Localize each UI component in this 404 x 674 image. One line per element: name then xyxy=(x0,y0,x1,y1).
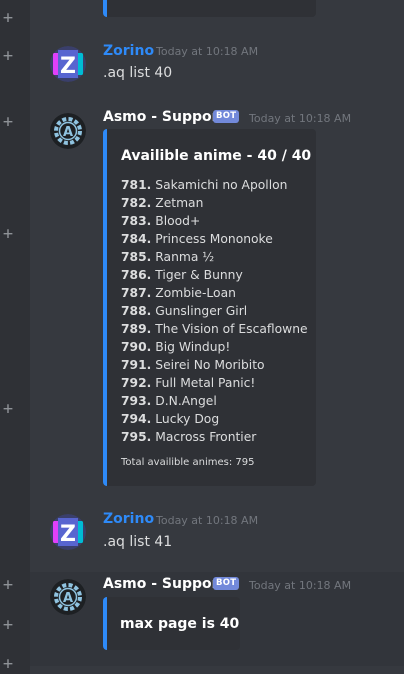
z-logo-icon: Z xyxy=(50,46,86,82)
list-item: 792. Full Metal Panic! xyxy=(121,376,256,390)
list-item: 784. Princess Mononoke xyxy=(121,232,273,246)
z-logo-icon: Z xyxy=(50,514,86,550)
list-item: 790. Big Windup! xyxy=(121,340,231,354)
message-text: .aq list 40 xyxy=(103,65,173,81)
anime-list-embed: Availible anime - 40 / 40 781. Sakamichi… xyxy=(103,129,316,486)
list-item: 794. Lucky Dog xyxy=(121,412,220,426)
list-item: 786. Tiger & Bunny xyxy=(121,268,243,282)
message-text: .aq list 41 xyxy=(103,534,173,550)
previous-embed-tail xyxy=(103,0,316,17)
zorino-avatar[interactable]: Z xyxy=(50,514,86,550)
gear-a-icon: A xyxy=(50,579,86,615)
embed-footer: Total availible animes: 795 xyxy=(121,457,255,468)
author-name[interactable]: Asmo - Support xyxy=(103,576,225,592)
plus-icon[interactable]: + xyxy=(0,226,16,243)
embed-title: max page is 40 xyxy=(120,616,240,632)
embed-title: Availible anime - 40 / 40 xyxy=(121,148,312,164)
list-item: 785. Ranma ½ xyxy=(121,250,215,264)
bot-badge: BOT xyxy=(213,577,240,590)
message-timestamp: Today at 10:18 AM xyxy=(249,579,352,592)
plus-icon[interactable]: + xyxy=(0,656,16,673)
list-item: 782. Zetman xyxy=(121,196,204,210)
bot-badge: BOT xyxy=(213,110,240,123)
message-timestamp: Today at 10:18 AM xyxy=(156,514,259,527)
plus-icon[interactable]: + xyxy=(0,10,16,27)
svg-text:Z: Z xyxy=(60,54,76,79)
author-name[interactable]: Zorino xyxy=(103,43,154,59)
author-name[interactable]: Asmo - Support xyxy=(103,109,225,125)
plus-icon[interactable]: + xyxy=(0,401,16,418)
asmo-avatar[interactable]: A xyxy=(50,579,86,615)
plus-icon[interactable]: + xyxy=(0,114,16,131)
message-gutter xyxy=(0,0,30,674)
author-name[interactable]: Zorino xyxy=(103,511,154,527)
plus-icon[interactable]: + xyxy=(0,617,16,634)
list-item: 787. Zombie-Loan xyxy=(121,286,236,300)
svg-text:A: A xyxy=(63,125,73,140)
svg-text:A: A xyxy=(63,591,73,606)
plus-icon[interactable]: + xyxy=(0,577,16,594)
list-item: 783. Blood+ xyxy=(121,214,201,228)
list-item: 781. Sakamichi no Apollon xyxy=(121,178,288,192)
svg-text:Z: Z xyxy=(60,522,76,547)
list-item: 791. Seirei No Moribito xyxy=(121,358,265,372)
asmo-avatar[interactable]: A xyxy=(50,113,86,149)
message-timestamp: Today at 10:18 AM xyxy=(249,112,352,125)
max-page-embed: max page is 40 xyxy=(103,597,240,650)
list-item: 789. The Vision of Escaflowne xyxy=(121,322,308,336)
list-item: 795. Macross Frontier xyxy=(121,430,257,444)
list-item: 788. Gunslinger Girl xyxy=(121,304,248,318)
zorino-avatar[interactable]: Z xyxy=(50,46,86,82)
message-timestamp: Today at 10:18 AM xyxy=(156,45,259,58)
gear-a-icon: A xyxy=(50,113,86,149)
plus-icon[interactable]: + xyxy=(0,48,16,65)
list-item: 793. D.N.Angel xyxy=(121,394,217,408)
